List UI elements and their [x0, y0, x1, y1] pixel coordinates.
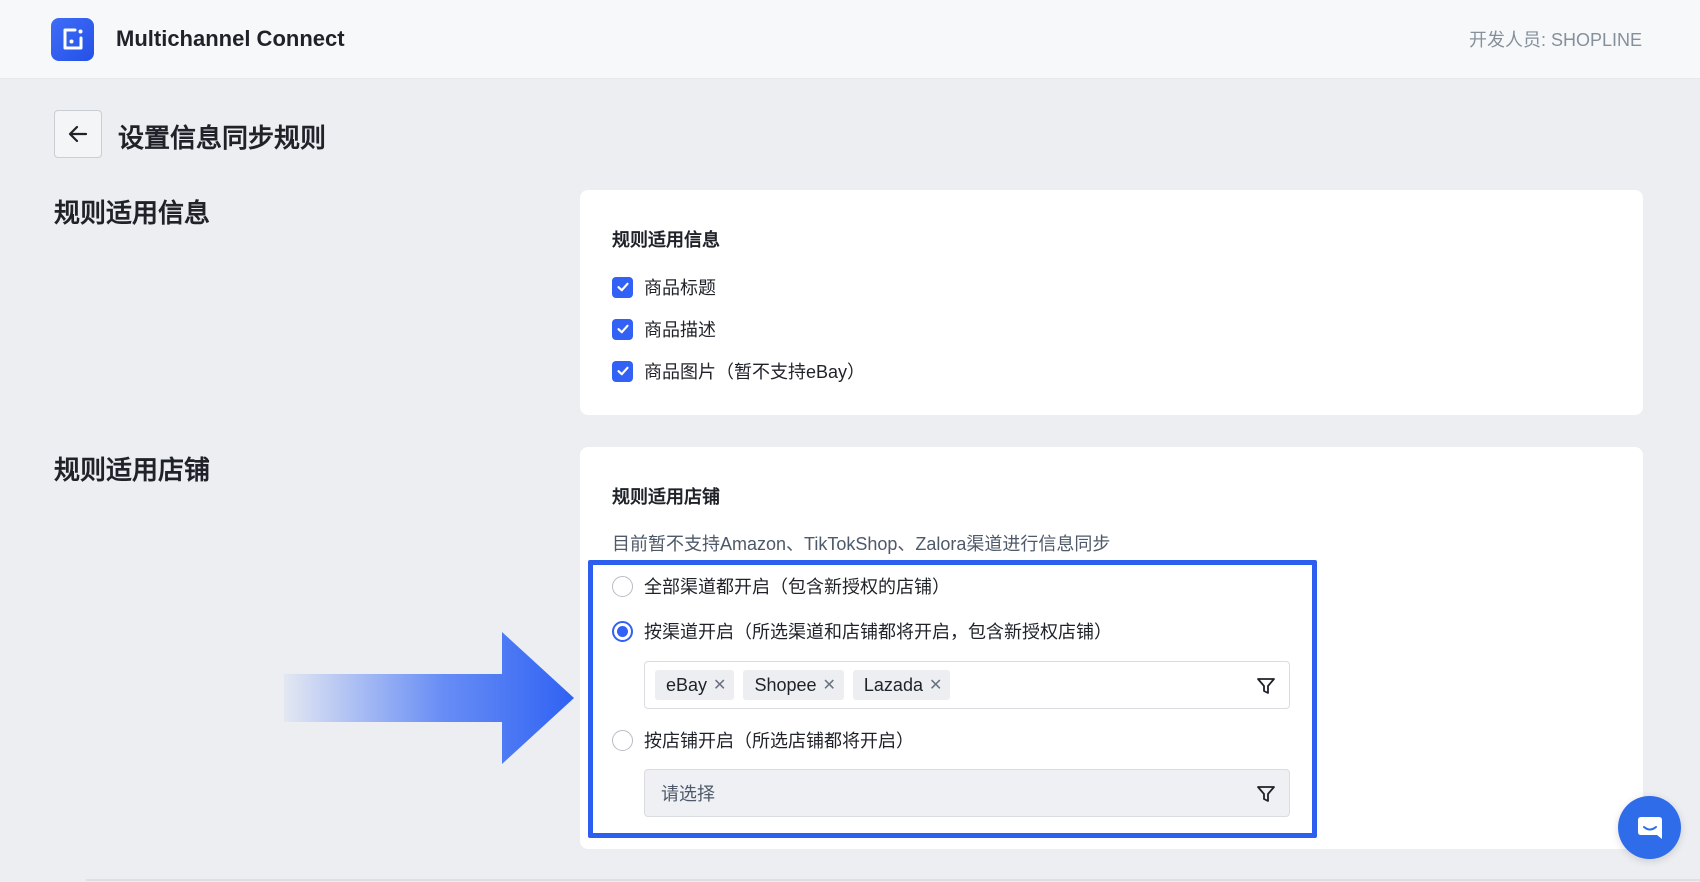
checkbox-product-description[interactable]: 商品描述 — [612, 316, 716, 342]
radio-label: 按渠道开启（所选渠道和店铺都将开启，包含新授权店铺） — [644, 622, 1112, 642]
app-name: Multichannel Connect — [116, 26, 345, 51]
radio-by-store[interactable]: 按店铺开启（所选店铺都将开启） — [612, 727, 914, 753]
store-card: 规则适用店铺 目前暂不支持Amazon、TikTokShop、Zalora渠道进… — [580, 447, 1643, 849]
radio-label: 按店铺开启（所选店铺都将开启） — [644, 731, 914, 751]
developer-label: 开发人员: SHOPLINE — [1468, 30, 1642, 50]
checkbox-label: 商品描述 — [644, 320, 716, 340]
store-select-placeholder: 请选择 — [661, 784, 715, 804]
close-icon[interactable]: ✕ — [823, 675, 836, 695]
radio-all-channels[interactable]: 全部渠道都开启（包含新授权的店铺） — [612, 573, 950, 599]
checkbox-product-image[interactable]: 商品图片（暂不支持eBay） — [612, 358, 865, 384]
checkbox-checked-icon[interactable] — [612, 318, 633, 340]
tag-label: Shopee — [754, 674, 817, 695]
chat-button[interactable] — [1618, 796, 1681, 859]
info-card-title: 规则适用信息 — [612, 230, 720, 250]
radio-unchecked-icon[interactable] — [612, 729, 633, 751]
info-card: 规则适用信息 商品标题 商品描述 商品图片（暂不支持eBay） — [580, 190, 1643, 415]
store-card-title: 规则适用店铺 — [612, 487, 720, 507]
store-hint: 目前暂不支持Amazon、TikTokShop、Zalora渠道进行信息同步 — [612, 534, 1111, 554]
brand[interactable]: Multichannel Connect — [51, 17, 345, 61]
divider — [86, 879, 1700, 881]
close-icon[interactable]: ✕ — [713, 675, 726, 695]
filter-icon[interactable] — [1255, 783, 1277, 805]
page: Multichannel Connect 开发人员: SHOPLINE 设置信息… — [0, 0, 1700, 882]
radio-unchecked-icon[interactable] — [612, 575, 633, 597]
checkbox-checked-icon[interactable] — [612, 276, 633, 298]
channel-tag: Lazada ✕ — [852, 670, 951, 700]
big-arrow-right-icon — [284, 632, 574, 764]
checkbox-checked-icon[interactable] — [612, 360, 633, 382]
filter-icon[interactable] — [1255, 675, 1277, 697]
channel-tag: Shopee ✕ — [743, 670, 844, 700]
page-title: 设置信息同步规则 — [118, 123, 327, 153]
tag-label: eBay — [666, 674, 708, 695]
channel-tag: eBay ✕ — [655, 670, 735, 700]
tag-label: Lazada — [863, 674, 923, 695]
section-label-store: 规则适用店铺 — [54, 455, 211, 485]
checkbox-label: 商品图片（暂不支持eBay） — [644, 362, 866, 382]
chat-icon — [1637, 816, 1662, 839]
app-logo-icon — [51, 17, 94, 61]
checkbox-product-title[interactable]: 商品标题 — [612, 274, 716, 300]
radio-label: 全部渠道都开启（包含新授权的店铺） — [644, 577, 950, 597]
store-select[interactable]: 请选择 — [644, 769, 1290, 817]
channel-select[interactable]: eBay ✕ Shopee ✕ Lazada ✕ — [644, 661, 1290, 709]
radio-by-channel[interactable]: 按渠道开启（所选渠道和店铺都将开启，包含新授权店铺） — [612, 618, 1112, 644]
arrow-left-icon — [68, 125, 88, 143]
checkbox-label: 商品标题 — [644, 278, 716, 298]
close-icon[interactable]: ✕ — [929, 675, 942, 695]
radio-checked-icon[interactable] — [612, 620, 633, 642]
app-header: Multichannel Connect 开发人员: SHOPLINE — [0, 0, 1700, 79]
back-button[interactable] — [54, 110, 102, 158]
section-label-info: 规则适用信息 — [54, 198, 211, 228]
